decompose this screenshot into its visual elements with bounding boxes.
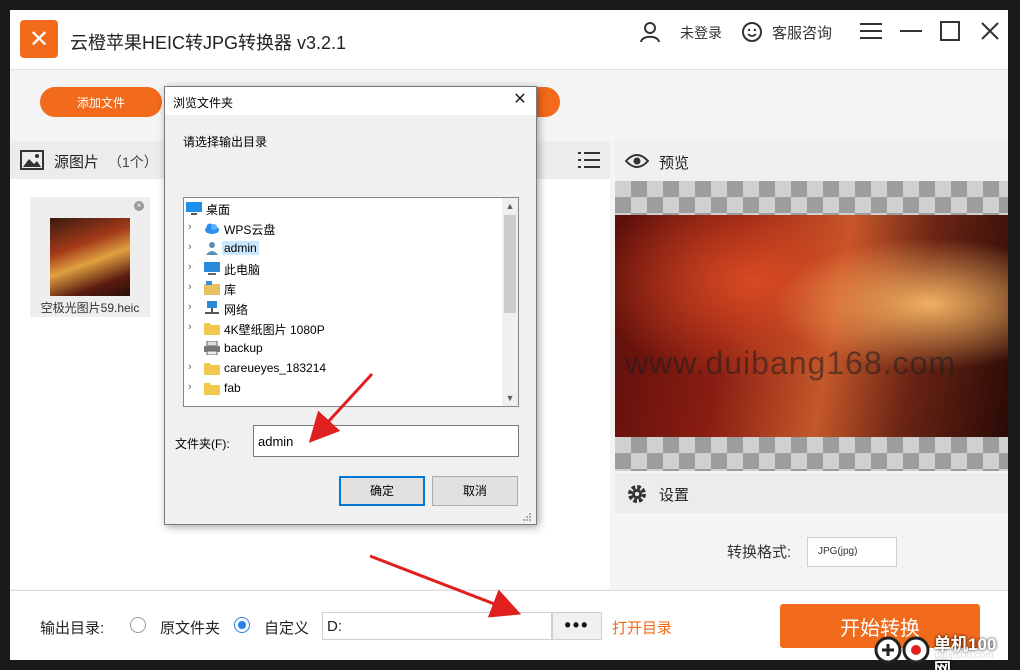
preview-watermark: www.duibang168.com: [625, 345, 957, 381]
app-title: 云橙苹果HEIC转JPG转换器 v3.2.1: [70, 33, 347, 53]
output-path-input[interactable]: [322, 612, 552, 640]
eye-icon: [625, 154, 649, 168]
site-logo-icon: [874, 636, 930, 664]
dialog-prompt: 请选择输出目录: [183, 135, 268, 149]
close-icon: [981, 22, 999, 40]
login-status[interactable]: 未登录: [680, 23, 722, 43]
radio-custom-folder-label[interactable]: 自定义: [264, 617, 309, 638]
dialog-title: 浏览文件夹: [173, 96, 234, 110]
format-select-value: JPG(jpg): [818, 546, 858, 557]
preview-panel-header: 预览: [615, 141, 1008, 181]
network-icon: [205, 301, 219, 314]
gear-icon: [628, 485, 646, 503]
settings-panel-header: 设置: [615, 473, 1008, 513]
user-icon[interactable]: [639, 21, 661, 43]
chevron-right-icon[interactable]: ›: [188, 381, 192, 393]
cloud-icon: [205, 223, 219, 234]
source-file-count: （1个）: [108, 154, 158, 170]
source-panel-title: 源图片: [54, 154, 100, 171]
tree-item-admin[interactable]: › admin: [184, 238, 502, 258]
tree-item-fab[interactable]: › fab: [184, 378, 502, 398]
file-thumbnail-card[interactable]: × 空极光图片59.heic: [30, 197, 150, 317]
folder-name-input[interactable]: [253, 425, 519, 457]
maximize-button[interactable]: [937, 18, 963, 44]
tree-item-folder-4k[interactable]: › 4K壁纸图片 1080P: [184, 318, 502, 338]
folder-icon: [204, 323, 220, 335]
cancel-button[interactable]: 取消: [432, 476, 518, 506]
folder-icon: [204, 383, 220, 395]
radio-original-folder-label[interactable]: 原文件夹: [160, 617, 220, 638]
chevron-right-icon[interactable]: ›: [188, 241, 192, 253]
user-folder-icon: [206, 242, 218, 255]
tree-item-network[interactable]: › 网络: [184, 298, 502, 318]
chevron-right-icon[interactable]: ›: [188, 221, 192, 233]
tree-item-backup[interactable]: backup: [184, 338, 502, 358]
list-view-icon[interactable]: [578, 149, 600, 171]
site-badge-url: danji100.com: [934, 650, 994, 661]
image-icon: [20, 150, 44, 170]
output-dir-label: 输出目录:: [40, 620, 105, 637]
chevron-right-icon[interactable]: ›: [188, 261, 192, 273]
tree-item-wps-cloud[interactable]: › WPS云盘: [184, 218, 502, 238]
title-bar: ✕ 云橙苹果HEIC转JPG转换器 v3.2.1 未登录 客服咨询: [10, 10, 1008, 70]
output-bar: 输出目录: 原文件夹 自定义 ••• 打开目录 开始转换: [10, 590, 1008, 660]
browse-folder-dialog: 浏览文件夹 ✕ 请选择输出目录 桌面 › WPS云盘 › admin › 此电脑…: [164, 86, 537, 525]
computer-icon: [204, 262, 220, 275]
tree-item-library[interactable]: › 库: [184, 278, 502, 298]
minimize-icon: [900, 30, 922, 32]
browse-folder-button[interactable]: •••: [552, 612, 602, 640]
chevron-right-icon[interactable]: ›: [188, 361, 192, 373]
add-file-button[interactable]: 添加文件: [40, 87, 162, 117]
minimize-button[interactable]: [898, 18, 924, 44]
tree-item-desktop[interactable]: 桌面: [184, 198, 502, 218]
dialog-title-bar: 浏览文件夹 ✕: [165, 87, 536, 115]
scroll-down-icon[interactable]: ▼: [502, 390, 518, 406]
settings-panel-title: 设置: [659, 487, 690, 504]
format-label: 转换格式:: [727, 544, 792, 561]
chevron-right-icon[interactable]: ›: [188, 281, 192, 293]
library-icon: [204, 281, 220, 295]
tree-item-careueyes[interactable]: › careueyes_183214: [184, 358, 502, 378]
preview-panel-title: 预览: [659, 155, 690, 172]
radio-custom-folder[interactable]: [234, 617, 250, 633]
file-name: 空极光图片59.heic: [40, 301, 140, 315]
close-button[interactable]: [977, 18, 1003, 44]
open-directory-link[interactable]: 打开目录: [612, 617, 672, 638]
site-badge: 单机100网 danji100.com: [872, 628, 1012, 670]
maximize-icon: [940, 21, 960, 41]
file-thumbnail-image: [50, 218, 130, 296]
chevron-right-icon[interactable]: ›: [188, 301, 192, 313]
preview-image: www.duibang168.com: [615, 215, 1008, 437]
scrollbar-thumb[interactable]: [504, 215, 516, 313]
folder-field-label: 文件夹(F):: [175, 437, 230, 451]
tree-scrollbar[interactable]: ▲ ▼: [502, 198, 518, 406]
format-select[interactable]: JPG(jpg): [807, 537, 897, 567]
chevron-right-icon[interactable]: ›: [188, 321, 192, 333]
scroll-up-icon[interactable]: ▲: [502, 198, 518, 214]
resize-grip-icon[interactable]: [522, 512, 532, 522]
settings-panel: 转换格式: JPG(jpg): [615, 513, 1008, 589]
remove-file-icon[interactable]: ×: [134, 201, 144, 211]
preview-canvas: www.duibang168.com: [615, 181, 1008, 471]
radio-original-folder[interactable]: [130, 617, 146, 633]
hamburger-icon: [860, 23, 882, 39]
tree-item-this-pc[interactable]: › 此电脑: [184, 258, 502, 278]
customer-service-link[interactable]: 客服咨询: [772, 22, 832, 43]
folder-icon: [204, 363, 220, 375]
desktop-icon: [186, 202, 202, 215]
printer-icon: [204, 341, 220, 355]
folder-tree: 桌面 › WPS云盘 › admin › 此电脑 › 库 › 网络 › 4K壁纸…: [183, 197, 519, 407]
app-logo-icon: ✕: [20, 20, 58, 58]
ok-button[interactable]: 确定: [339, 476, 425, 506]
service-icon[interactable]: [741, 21, 763, 43]
menu-button[interactable]: [858, 18, 884, 44]
dialog-close-button[interactable]: ✕: [509, 89, 531, 111]
